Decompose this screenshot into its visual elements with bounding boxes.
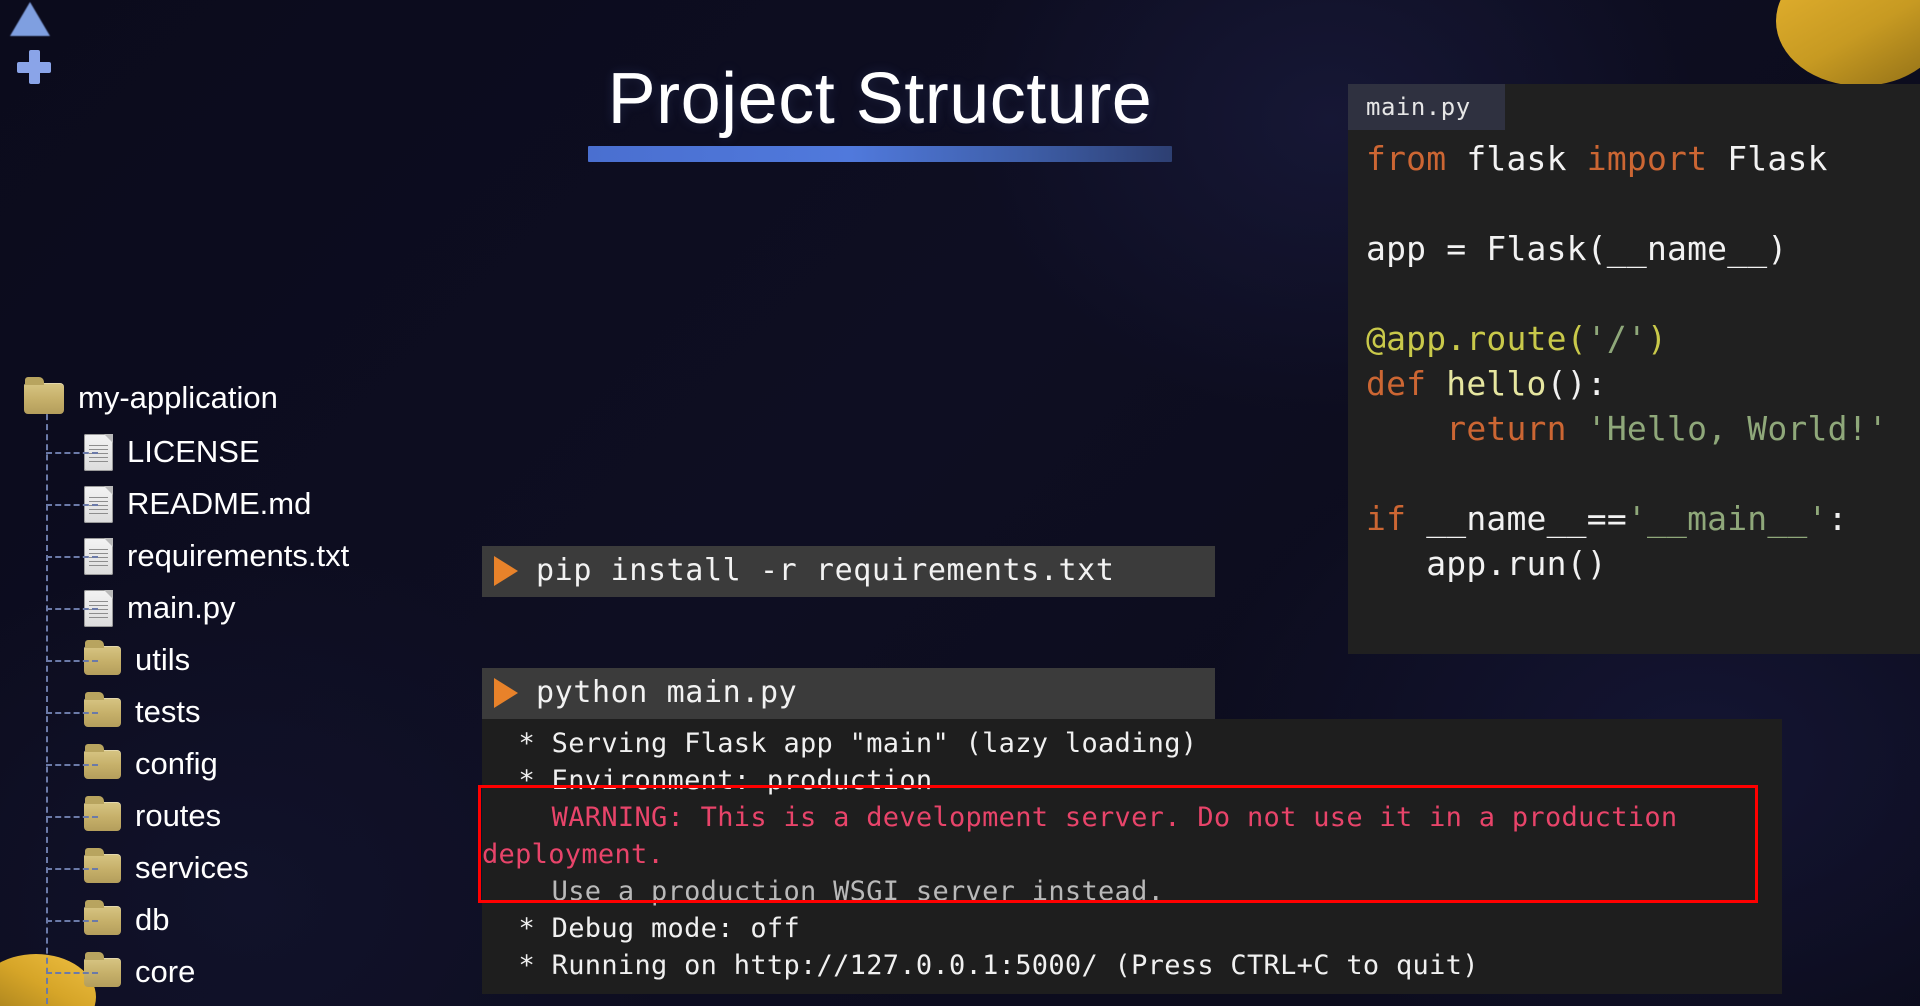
play-icon xyxy=(494,677,518,708)
tree-horizontal-connector xyxy=(46,816,98,818)
code-token: return xyxy=(1446,409,1567,448)
code-token: app.run() xyxy=(1366,544,1607,583)
code-token: (): xyxy=(1546,364,1607,403)
tree-item-label: services xyxy=(135,850,249,885)
code-line: app = Flask(__name__) xyxy=(1366,226,1920,271)
code-token: if xyxy=(1366,499,1407,538)
code-token: '__main__' xyxy=(1626,499,1828,538)
terminal-output: * Serving Flask app "main" (lazy loading… xyxy=(482,719,1782,994)
code-token: : xyxy=(1827,499,1848,538)
terminal-output-line: * Debug mode: off xyxy=(502,913,800,944)
terminal-install-command: pip install -r requirements.txt xyxy=(536,553,1115,588)
tree-item-label: README.md xyxy=(127,486,312,521)
code-tab-main-py[interactable]: main.py xyxy=(1348,84,1505,130)
tree-horizontal-connector xyxy=(46,608,98,610)
code-body: from flask import Flask app = Flask(__na… xyxy=(1348,130,1920,612)
code-line: def hello(): xyxy=(1366,361,1920,406)
terminal-output-line: deployment. xyxy=(482,839,665,870)
code-token: flask xyxy=(1446,139,1587,178)
tree-item-label: db xyxy=(135,902,170,937)
tree-item-label: LICENSE xyxy=(127,434,260,469)
tree-item-label: routes xyxy=(135,798,222,833)
tree-item-label: core xyxy=(135,954,196,989)
terminal-output-line: * Environment: production xyxy=(502,765,933,796)
page-title: Project Structure xyxy=(607,59,1153,139)
code-token: ) xyxy=(1646,319,1668,358)
code-token: def xyxy=(1366,364,1427,403)
plus-icon xyxy=(17,50,51,84)
code-token: '/' xyxy=(1586,319,1647,358)
title-underline xyxy=(588,145,1172,162)
terminal-install-command-row[interactable]: pip install -r requirements.txt xyxy=(482,546,1215,597)
folder-icon xyxy=(24,376,64,414)
code-token: import xyxy=(1586,139,1708,178)
tree-horizontal-connector xyxy=(46,660,98,662)
tree-horizontal-connector xyxy=(46,972,98,974)
tree-horizontal-connector xyxy=(46,920,98,922)
code-token: __name__== xyxy=(1406,499,1627,538)
file-tree: my-application LICENSE README.md requiremen… xyxy=(24,370,349,998)
terminal-run-block: python main.py * Serving Flask app "main… xyxy=(482,668,1782,994)
terminal-run-command-row[interactable]: python main.py xyxy=(482,668,1215,719)
code-line: app.run() xyxy=(1366,541,1920,586)
slide-canvas: Project Structure my-application LICENSE R… xyxy=(0,0,1920,1006)
terminal-output-line: Use a production WSGI server instead. xyxy=(502,876,1165,907)
tree-horizontal-connector xyxy=(46,764,98,766)
tree-item-label: tests xyxy=(135,694,201,729)
terminal-output-line: WARNING: This is a development server. D… xyxy=(502,802,1678,833)
tree-item-label: my-application xyxy=(78,380,278,415)
tree-item-label: main.py xyxy=(127,590,236,625)
tree-item-label: requirements.txt xyxy=(127,538,350,573)
code-line: return 'Hello, World!' xyxy=(1366,406,1920,451)
code-token: 'Hello, World!' xyxy=(1566,409,1888,448)
tree-row-root[interactable]: my-application xyxy=(24,370,349,426)
code-token: Flask xyxy=(1707,139,1828,178)
code-token: from xyxy=(1366,139,1447,178)
tree-horizontal-connector xyxy=(46,868,98,870)
gold-ellipse-top-right-icon xyxy=(1776,0,1920,86)
terminal-run-command: python main.py xyxy=(536,675,798,710)
triangle-icon xyxy=(10,2,50,36)
tree-horizontal-connector xyxy=(46,504,98,506)
tree-horizontal-connector xyxy=(46,712,98,714)
tree-item-label: utils xyxy=(135,642,191,677)
tree-item-label: config xyxy=(135,746,218,781)
tree-horizontal-connector xyxy=(46,452,98,454)
terminal-output-line: * Serving Flask app "main" (lazy loading… xyxy=(502,728,1198,759)
code-panel: main.py from flask import Flask app = Fl… xyxy=(1348,84,1920,654)
tree-horizontal-connector xyxy=(46,556,98,558)
code-token: hello xyxy=(1426,364,1547,403)
terminal-output-line: * Running on http://127.0.0.1:5000/ (Pre… xyxy=(502,950,1479,981)
code-token: app = Flask(__name__) xyxy=(1366,229,1788,268)
code-line: if __name__=='__main__': xyxy=(1366,496,1920,541)
play-icon xyxy=(494,555,518,586)
code-line: @app.route('/') xyxy=(1366,316,1920,361)
terminal-install-block: pip install -r requirements.txt xyxy=(482,546,1215,597)
title-block: Project Structure xyxy=(560,59,1200,162)
code-token: @app.route( xyxy=(1366,319,1587,358)
code-line: from flask import Flask xyxy=(1366,136,1920,181)
